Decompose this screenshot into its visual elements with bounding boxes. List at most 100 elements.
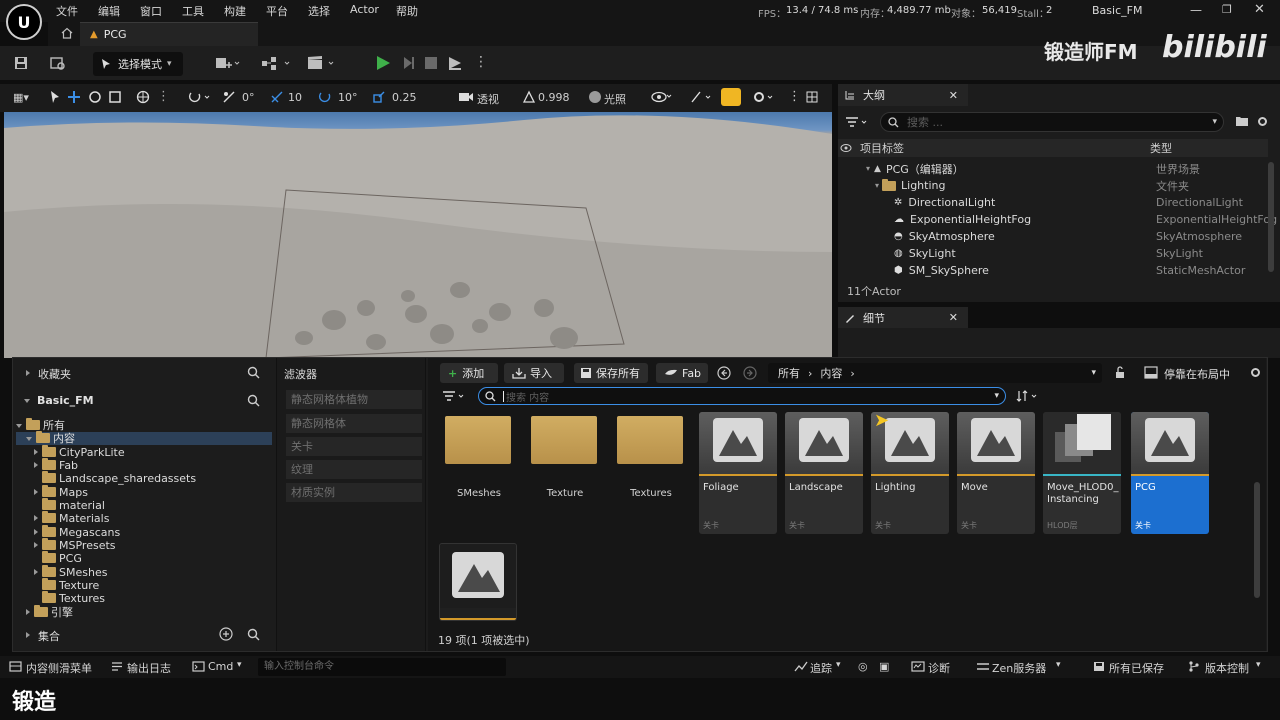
content-drawer-icon[interactable] <box>9 661 22 672</box>
project-label[interactable]: Basic_FM <box>37 394 94 407</box>
details-tab[interactable]: 细节 ✕ <box>838 307 968 328</box>
menu-window[interactable]: 窗口 <box>140 3 162 19</box>
location-snap-icon[interactable] <box>270 90 284 104</box>
screenshot-icon[interactable]: ▣ <box>879 660 889 673</box>
outliner-row[interactable]: ◍ SkyLight SkyLight <box>838 245 1268 262</box>
expand-arrow-icon[interactable] <box>34 462 38 468</box>
close-details-icon[interactable]: ✕ <box>949 311 958 324</box>
menu-actor[interactable]: Actor <box>350 3 379 16</box>
tree-item-fab[interactable]: Fab <box>16 458 272 472</box>
filter-item[interactable]: 关卡 <box>286 437 422 456</box>
expand-arrow-icon[interactable] <box>34 449 38 455</box>
add-actor-icon[interactable] <box>214 55 240 71</box>
source-control-button[interactable]: 版本控制 <box>1205 660 1249 676</box>
menu-tools[interactable]: 工具 <box>182 3 204 19</box>
filter-item[interactable]: 静态网格体植物 <box>286 390 422 409</box>
restore-icon[interactable]: ❐ <box>1222 3 1232 16</box>
play-icon[interactable] <box>374 54 392 72</box>
filter-item[interactable]: 静态网格体 <box>286 414 422 433</box>
trace-icon[interactable] <box>794 661 808 672</box>
world-space-icon[interactable] <box>136 90 150 104</box>
crumb-all[interactable]: 所有 <box>778 365 800 381</box>
viewport-settings-icon[interactable] <box>752 90 776 104</box>
source-control-icon[interactable] <box>1188 661 1200 672</box>
chevron-down-icon[interactable]: ▾ <box>1056 660 1061 670</box>
collections-label[interactable]: 集合 <box>38 628 60 644</box>
menu-build[interactable]: 构建 <box>224 3 246 19</box>
asset-tile-move[interactable]: Move 关卡 <box>957 412 1035 534</box>
rotate-tool-icon[interactable] <box>88 90 102 104</box>
lock-icon[interactable] <box>1114 366 1126 379</box>
viewport-menu-icon[interactable]: ▦▾ <box>13 91 29 104</box>
saved-icon[interactable] <box>1093 661 1105 672</box>
output-log-icon[interactable] <box>111 661 123 672</box>
expand-arrow-icon[interactable]: ▾ <box>875 181 879 190</box>
outliner-row[interactable]: ☁ ExponentialHeightFog ExponentialHeight… <box>838 211 1277 228</box>
scale-snap-value[interactable]: 0.25 <box>392 91 417 104</box>
rotation-snap-icon[interactable] <box>318 90 332 104</box>
record-icon[interactable]: ◎ <box>858 660 868 673</box>
tab-pcg[interactable]: ▲ PCG <box>80 22 258 46</box>
tree-item-smeshes[interactable]: SMeshes <box>16 565 272 579</box>
lit-icon[interactable] <box>588 90 602 104</box>
output-log-button[interactable]: 输出日志 <box>127 660 171 676</box>
filter-item[interactable]: 材质实例 <box>286 483 422 502</box>
zen-server-icon[interactable] <box>976 661 990 672</box>
col-type[interactable]: 类型 <box>1150 140 1172 156</box>
asset-tile-landscape[interactable]: Landscape 关卡 <box>785 412 863 534</box>
tree-item-texture[interactable]: Texture <box>16 578 272 592</box>
blueprint-icon[interactable] <box>260 55 292 71</box>
expand-arrow-icon[interactable] <box>34 515 38 521</box>
more-options-icon[interactable]: ⋮ <box>474 54 488 70</box>
viewport-more-icon[interactable]: ⋮ <box>788 89 801 104</box>
search-project-icon[interactable] <box>247 394 260 407</box>
scale-snap-icon[interactable] <box>372 90 386 104</box>
location-snap-value[interactable]: 10 <box>288 91 302 104</box>
folder-tile-textures[interactable]: Textures <box>612 412 690 512</box>
filter-icon[interactable] <box>845 115 871 129</box>
cinematics-icon[interactable] <box>306 55 338 71</box>
outliner-row[interactable]: ▾ Lighting 文件夹 <box>838 177 1268 194</box>
dock-in-layout-label[interactable]: 停靠在布局中 <box>1164 366 1230 382</box>
forward-icon[interactable] <box>743 366 757 380</box>
tree-item-all[interactable]: 所有 <box>16 418 272 432</box>
asset-filter-icon[interactable] <box>442 390 468 402</box>
realtime-icon[interactable] <box>690 90 714 104</box>
cmd-icon[interactable] <box>192 661 205 672</box>
expand-arrow-icon[interactable] <box>26 609 30 615</box>
menu-help[interactable]: 帮助 <box>396 3 418 19</box>
grid-snap-icon[interactable] <box>222 90 236 104</box>
expand-arrow-icon[interactable] <box>24 399 30 403</box>
expand-arrow-icon[interactable] <box>34 529 38 535</box>
eject-icon[interactable] <box>446 55 464 71</box>
fov-value[interactable]: 0.998 <box>538 91 570 104</box>
search-collections-icon[interactable] <box>247 628 260 641</box>
cmd-button[interactable]: Cmd <box>208 660 233 673</box>
zen-server-button[interactable]: Zen服务器 <box>992 660 1046 676</box>
menu-file[interactable]: 文件 <box>56 3 78 19</box>
add-collection-icon[interactable] <box>219 627 233 641</box>
tree-item-landscape[interactable]: Landscape_sharedassets <box>16 471 272 485</box>
outliner-row[interactable]: ▾ ▲ PCG（编辑器） 世界场景 <box>838 160 1268 177</box>
expand-arrow-icon[interactable] <box>16 424 22 428</box>
content-settings-icon[interactable] <box>1249 366 1262 379</box>
grid-snap-value[interactable]: 0° <box>242 91 255 104</box>
save-icon[interactable] <box>13 55 29 71</box>
tree-item-material[interactable]: material <box>16 498 272 512</box>
tree-item-megascans[interactable]: Megascans <box>16 525 272 539</box>
diagnostics-icon[interactable] <box>911 661 925 672</box>
expand-arrow-icon[interactable] <box>26 437 32 441</box>
unreal-logo[interactable]: U <box>6 4 42 40</box>
tree-item-materials[interactable]: Materials <box>16 511 272 525</box>
outliner-row[interactable]: ⬢ SM_SkySphere StaticMeshActor <box>838 262 1268 279</box>
expand-arrow-icon[interactable] <box>34 542 38 548</box>
show-flags-icon[interactable] <box>651 91 673 103</box>
crumb-content[interactable]: 内容 <box>820 365 842 381</box>
import-button[interactable]: 导入 <box>504 363 564 383</box>
tree-item-engine[interactable]: 引擎 <box>16 605 272 619</box>
save-all-button[interactable]: 保存所有 <box>574 363 648 383</box>
expand-arrow-icon[interactable] <box>26 370 30 376</box>
select-tool-icon[interactable] <box>49 90 61 104</box>
fab-button[interactable]: Fab <box>656 363 708 383</box>
rotation-snap-value[interactable]: 10° <box>338 91 358 104</box>
